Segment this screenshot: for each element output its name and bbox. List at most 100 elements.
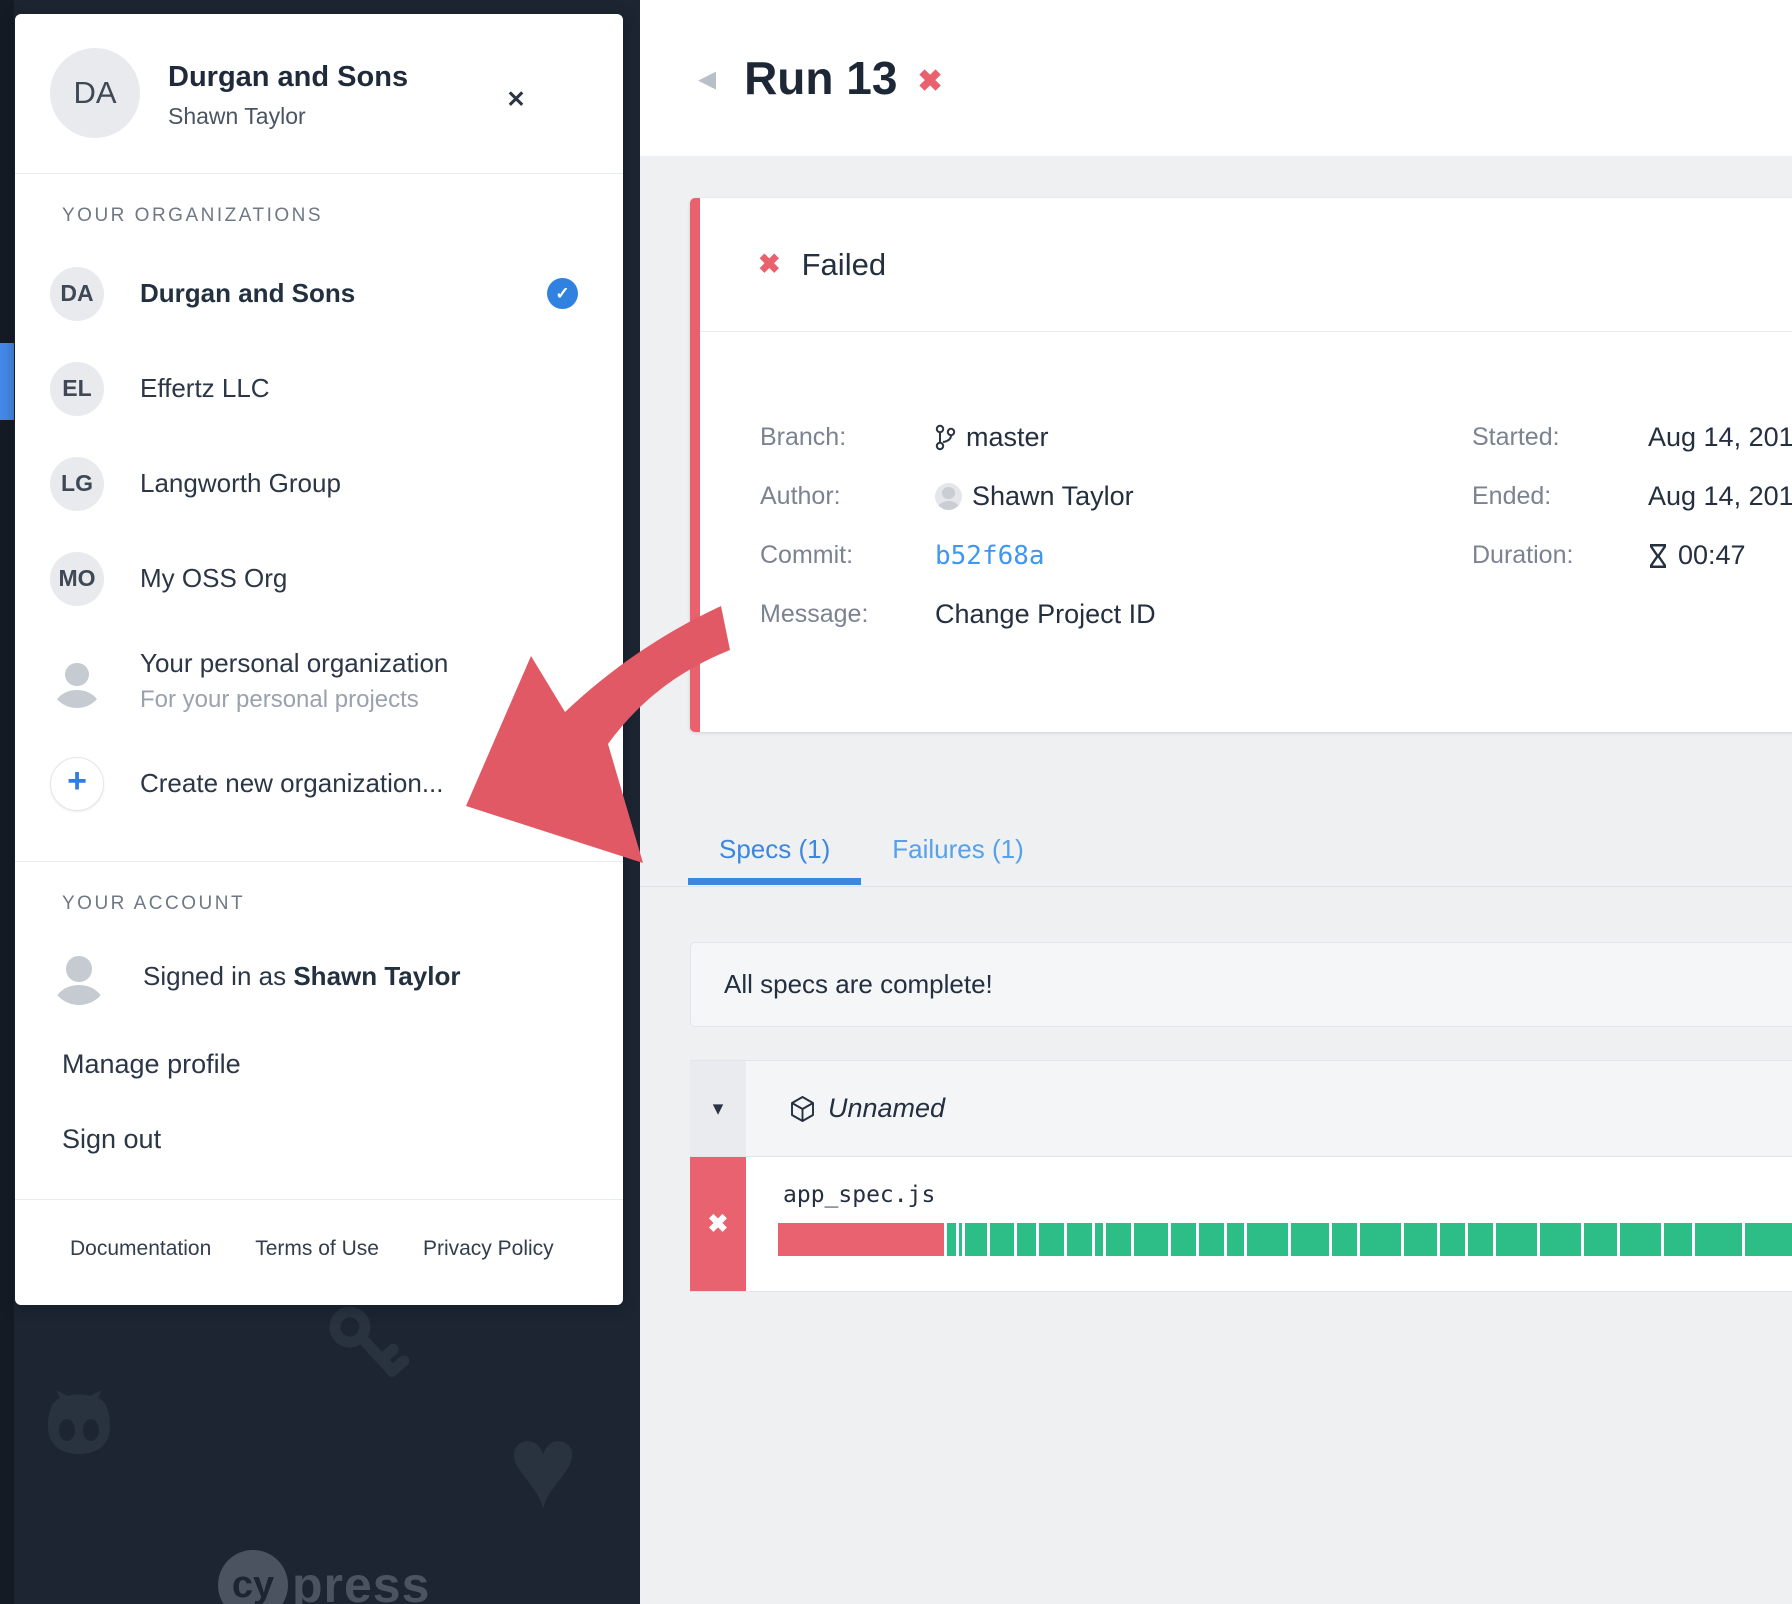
tabs-divider [640, 886, 1792, 887]
bar-segment-passed [1017, 1223, 1036, 1256]
bar-segment-passed [1171, 1223, 1196, 1256]
bar-segment-passed [1332, 1223, 1357, 1256]
org-item-label: Langworth Group [140, 468, 341, 499]
org-item-durgan-and-sons[interactable]: DA Durgan and Sons ✓ [15, 246, 623, 341]
documentation-link[interactable]: Documentation [70, 1237, 211, 1261]
branch-value: master [935, 422, 1049, 453]
detail-row-branch: Branch: master [760, 408, 1472, 467]
panel-user-name: Shawn Taylor [168, 103, 623, 130]
panel-footer: Documentation Terms of Use Privacy Polic… [15, 1200, 623, 1261]
bar-segment-passed [959, 1223, 962, 1256]
bar-segment-passed [1468, 1223, 1493, 1256]
bar-segment-passed [1227, 1223, 1244, 1256]
key-icon [322, 1300, 418, 1384]
run-header: ◂ Run 13 ✖ [640, 0, 1792, 156]
back-chevron-icon[interactable]: ◂ [698, 60, 716, 96]
privacy-policy-link[interactable]: Privacy Policy [423, 1237, 554, 1261]
close-icon[interactable]: ✕ [501, 84, 531, 114]
terms-of-use-link[interactable]: Terms of Use [255, 1237, 379, 1261]
org-switcher-panel: DA Durgan and Sons Shawn Taylor ✕ YOUR O… [15, 14, 623, 1305]
run-status: ✖ Failed [700, 198, 1792, 331]
page-title: Run 13 [744, 51, 897, 105]
bar-segment-passed [1247, 1223, 1288, 1256]
org-item-my-oss-org[interactable]: MO My OSS Org [15, 531, 623, 626]
fail-x-icon: ✖ [708, 1209, 729, 1239]
bar-segment-passed [1199, 1223, 1224, 1256]
octocat-icon [40, 1388, 118, 1458]
spec-row[interactable]: ✖ app_spec.js [690, 1157, 1792, 1292]
panel-divider [15, 861, 623, 862]
duration-value: 00:47 [1648, 540, 1746, 571]
bar-segment-passed [1095, 1223, 1103, 1256]
tab-specs[interactable]: Specs (1) [688, 820, 861, 882]
detail-row-message: Message: Change Project ID [760, 585, 1472, 644]
details-left-column: Branch: master Author: [700, 408, 1472, 644]
create-org-label: Create new organization... [140, 768, 444, 799]
person-avatar-icon [50, 654, 104, 708]
bar-segment-passed [1620, 1223, 1661, 1256]
status-failed-x-icon: ✖ [758, 249, 781, 280]
bar-segment-passed [1360, 1223, 1401, 1256]
started-value: Aug 14, 201 [1648, 422, 1792, 453]
status-label: Failed [802, 247, 886, 283]
run-tabs: Specs (1) Failures (1) [640, 820, 1792, 883]
org-item-avatar: EL [50, 362, 104, 416]
bar-segment-passed [1039, 1223, 1064, 1256]
manage-profile-link[interactable]: Manage profile [62, 1049, 623, 1080]
details-right-column: Started: Aug 14, 201 Ended: Aug 14, 201 … [1472, 408, 1792, 644]
left-rail [0, 0, 14, 1604]
run-body: ✖ Failed Branch: [640, 156, 1792, 1604]
org-item-langworth-group[interactable]: LG Langworth Group [15, 436, 623, 531]
cypress-logo-circle: cy [218, 1550, 288, 1604]
collapse-toggle[interactable]: ▾ [690, 1061, 746, 1156]
org-item-effertz-llc[interactable]: EL Effertz LLC [15, 341, 623, 436]
ended-label: Ended: [1472, 482, 1648, 511]
panel-org-name: Durgan and Sons [168, 61, 623, 94]
personal-org-title: Your personal organization [140, 648, 448, 679]
account-section-label: YOUR ACCOUNT [62, 893, 623, 915]
ended-value: Aug 14, 201 [1648, 481, 1792, 512]
detail-row-author: Author: Shawn Taylor [760, 467, 1472, 526]
personal-org-subtitle: For your personal projects [140, 686, 448, 714]
detail-row-commit: Commit: b52f68a [760, 526, 1472, 585]
spec-group-title: Unnamed [746, 1061, 945, 1156]
organizations-section-label: YOUR ORGANIZATIONS [62, 205, 623, 227]
org-item-personal[interactable]: Your personal organization For your pers… [15, 626, 623, 736]
org-item-avatar: LG [50, 457, 104, 511]
run-details: Branch: master Author: [700, 332, 1792, 732]
org-item-label: My OSS Org [140, 563, 287, 594]
tab-failures[interactable]: Failures (1) [861, 820, 1054, 882]
sign-out-link[interactable]: Sign out [62, 1124, 623, 1155]
bar-segment-failed [778, 1223, 944, 1256]
panel-divider [15, 173, 623, 174]
signed-in-text: Signed in as Shawn Taylor [143, 961, 460, 992]
detail-row-started: Started: Aug 14, 201 [1472, 408, 1792, 467]
spec-group-header: ▾ Unnamed [690, 1060, 1792, 1157]
hourglass-icon [1648, 543, 1668, 569]
bar-segment-passed [1291, 1223, 1329, 1256]
bar-segment-passed [1440, 1223, 1465, 1256]
bar-segment-passed [1496, 1223, 1537, 1256]
spec-content: app_spec.js [746, 1157, 1792, 1291]
bar-segment-passed [1695, 1223, 1742, 1256]
message-label: Message: [760, 600, 935, 629]
duration-label: Duration: [1472, 541, 1648, 570]
bar-segment-passed [1664, 1223, 1692, 1256]
package-cube-icon [790, 1095, 815, 1123]
detail-row-duration: Duration: 00:47 [1472, 526, 1792, 585]
spec-filename: app_spec.js [783, 1182, 1792, 1208]
cypress-logo-text: press [292, 1556, 430, 1604]
plus-icon: + [50, 757, 104, 811]
organizations-list: DA Durgan and Sons ✓ EL Effertz LLC LG L… [15, 246, 623, 831]
spec-progress-bar [778, 1223, 1792, 1256]
bar-segment-passed [990, 1223, 1014, 1256]
detail-row-ended: Ended: Aug 14, 201 [1472, 467, 1792, 526]
selected-check-icon: ✓ [547, 278, 578, 309]
signed-in-user: Shawn Taylor [293, 961, 460, 991]
heart-icon: ♥ [508, 1408, 578, 1526]
create-org-button[interactable]: + Create new organization... [15, 736, 623, 831]
author-avatar [935, 483, 962, 510]
commit-sha-link[interactable]: b52f68a [935, 541, 1045, 571]
author-label: Author: [760, 482, 935, 511]
org-item-avatar: MO [50, 552, 104, 606]
